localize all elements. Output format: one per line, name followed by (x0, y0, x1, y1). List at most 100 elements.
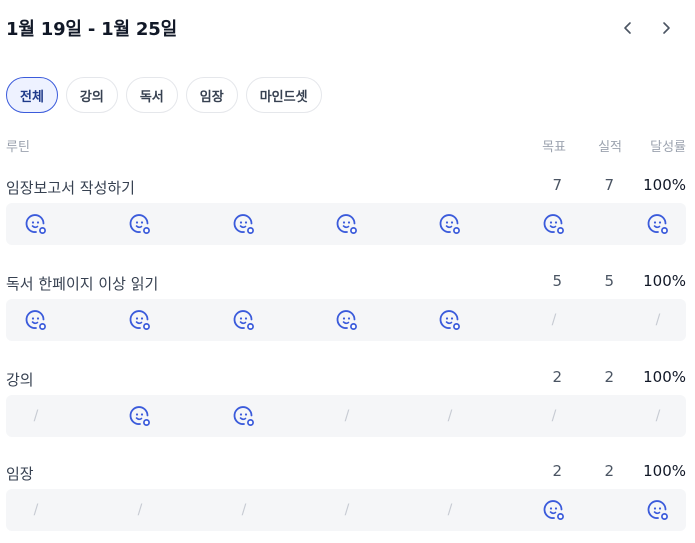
day-done-cell[interactable] (429, 203, 471, 245)
day-done-cell[interactable] (637, 203, 679, 245)
routine-rate: 100% (643, 462, 686, 480)
day-empty-cell[interactable]: / (637, 395, 679, 437)
slash-icon: / (447, 408, 453, 424)
day-track (6, 203, 686, 245)
day-done-cell[interactable] (15, 203, 57, 245)
day-empty-cell[interactable]: / (533, 299, 575, 341)
day-done-cell[interactable] (533, 489, 575, 531)
routine-block: 임장 2 2 100% / / / / / (6, 461, 686, 531)
filter-chip-site-visit[interactable]: 임장 (185, 77, 238, 113)
routine-name: 임장 (6, 465, 34, 483)
smiley-check-icon (543, 500, 564, 520)
slash-icon: / (344, 408, 350, 424)
day-done-cell[interactable] (533, 203, 575, 245)
day-done-cell[interactable] (637, 489, 679, 531)
slash-icon: / (551, 408, 557, 424)
filter-chip-reading[interactable]: 독서 (125, 77, 178, 113)
column-header-routine: 루틴 (6, 140, 30, 155)
day-empty-cell[interactable]: / (637, 299, 679, 341)
routine-summary-row[interactable]: 임장 2 2 100% (6, 461, 686, 485)
day-empty-cell[interactable]: / (119, 489, 161, 531)
day-done-cell[interactable] (15, 299, 57, 341)
filter-chip-lecture[interactable]: 강의 (65, 77, 118, 113)
column-headers: 루틴 목표 실적 달성률 (6, 136, 686, 156)
smiley-check-icon (439, 310, 460, 330)
filter-chip-mindset[interactable]: 마인드셋 (245, 77, 322, 113)
routine-name: 독서 한페이지 이상 읽기 (6, 275, 159, 293)
routine-name: 임장보고서 작성하기 (6, 179, 135, 197)
slash-icon: / (344, 502, 350, 518)
routine-actual: 2 (604, 368, 614, 386)
smiley-check-icon (647, 500, 668, 520)
routine-rate: 100% (643, 272, 686, 290)
day-done-cell[interactable] (119, 299, 161, 341)
day-done-cell[interactable] (223, 203, 265, 245)
smiley-check-icon (439, 214, 460, 234)
smiley-check-icon (336, 310, 357, 330)
next-week-button[interactable] (656, 16, 676, 40)
day-done-cell[interactable] (223, 299, 265, 341)
routine-summary-row[interactable]: 강의 2 2 100% (6, 367, 686, 391)
day-empty-cell[interactable]: / (326, 489, 368, 531)
smiley-check-icon (25, 310, 46, 330)
chevron-right-icon (663, 22, 670, 34)
day-done-cell[interactable] (429, 299, 471, 341)
smiley-check-icon (233, 310, 254, 330)
day-empty-cell[interactable]: / (223, 489, 265, 531)
day-track: / / / / / (6, 489, 686, 531)
week-nav (618, 16, 676, 40)
slash-icon: / (655, 408, 661, 424)
week-title: 1월 19일 - 1월 25일 (6, 19, 177, 40)
smiley-check-icon (233, 406, 254, 426)
chevron-left-icon (624, 22, 631, 34)
slash-icon: / (447, 502, 453, 518)
slash-icon: / (137, 502, 143, 518)
routine-block: 강의 2 2 100% / / / / / (6, 367, 686, 437)
routine-block: 임장보고서 작성하기 7 7 100% (6, 175, 686, 245)
week-header: 1월 19일 - 1월 25일 (6, 14, 686, 42)
smiley-check-icon (336, 214, 357, 234)
slash-icon: / (655, 312, 661, 328)
day-empty-cell[interactable]: / (15, 489, 57, 531)
slash-icon: / (551, 312, 557, 328)
routine-goal: 5 (552, 272, 562, 290)
column-header-actual: 실적 (598, 140, 622, 155)
prev-week-button[interactable] (618, 16, 638, 40)
day-track: / / (6, 299, 686, 341)
day-done-cell[interactable] (119, 395, 161, 437)
smiley-check-icon (543, 214, 564, 234)
smiley-check-icon (25, 214, 46, 234)
smiley-check-icon (233, 214, 254, 234)
weekly-routine-view: 1월 19일 - 1월 25일 전체 강의 독서 임장 마인드셋 루틴 목표 실… (0, 0, 695, 543)
day-empty-cell[interactable]: / (429, 489, 471, 531)
routine-actual: 2 (604, 462, 614, 480)
day-empty-cell[interactable]: / (533, 395, 575, 437)
routine-goal: 2 (552, 368, 562, 386)
routine-summary-row[interactable]: 임장보고서 작성하기 7 7 100% (6, 175, 686, 199)
day-done-cell[interactable] (119, 203, 161, 245)
slash-icon: / (241, 502, 247, 518)
smiley-check-icon (129, 310, 150, 330)
routine-rate: 100% (643, 176, 686, 194)
category-filter: 전체 강의 독서 임장 마인드셋 (6, 77, 322, 113)
routine-rate: 100% (643, 368, 686, 386)
day-done-cell[interactable] (326, 299, 368, 341)
day-empty-cell[interactable]: / (15, 395, 57, 437)
filter-chip-all[interactable]: 전체 (6, 77, 58, 113)
day-empty-cell[interactable]: / (326, 395, 368, 437)
routine-goal: 7 (552, 176, 562, 194)
day-track: / / / / / (6, 395, 686, 437)
routine-summary-row[interactable]: 독서 한페이지 이상 읽기 5 5 100% (6, 271, 686, 295)
day-done-cell[interactable] (223, 395, 265, 437)
smiley-check-icon (129, 214, 150, 234)
routine-actual: 7 (604, 176, 614, 194)
column-header-rate: 달성률 (650, 140, 686, 155)
routine-actual: 5 (604, 272, 614, 290)
slash-icon: / (33, 502, 39, 518)
smiley-check-icon (647, 214, 668, 234)
routine-name: 강의 (6, 371, 34, 389)
column-header-goal: 목표 (542, 140, 566, 155)
day-empty-cell[interactable]: / (429, 395, 471, 437)
routine-goal: 2 (552, 462, 562, 480)
day-done-cell[interactable] (326, 203, 368, 245)
